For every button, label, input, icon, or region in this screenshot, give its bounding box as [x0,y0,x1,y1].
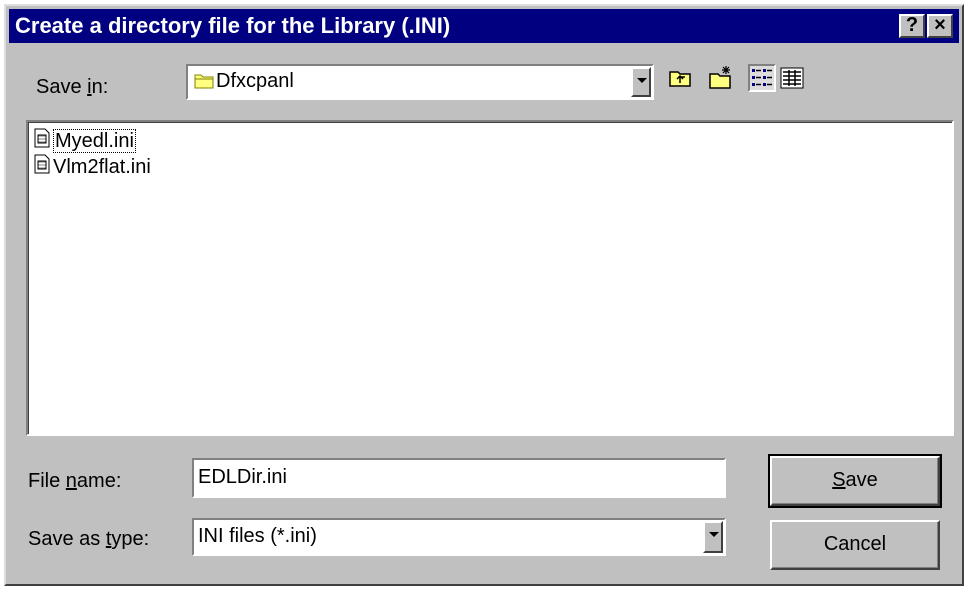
list-item[interactable]: Vlm2flat.ini [34,154,151,180]
file-name-input[interactable]: EDLDir.ini [192,458,726,498]
save-button[interactable]: Save [768,454,942,508]
up-folder-icon [669,71,691,87]
save-in-label: Save in: [36,76,109,98]
file-list[interactable]: Myedl.ini Vlm2flat.ini [26,120,954,436]
help-button[interactable]: ? [899,14,925,38]
file-name: Myedl.ini [53,129,136,153]
details-view-button[interactable] [778,64,806,92]
cancel-button[interactable]: Cancel [770,520,940,570]
save-as-type-value: INI files (*.ini) [198,525,317,547]
file-name-label: File name: [28,470,122,492]
list-view-button[interactable] [748,64,776,92]
details-view-icon [780,67,804,89]
up-one-level-button[interactable] [666,64,694,92]
save-in-value: Dfxcpanl [216,70,294,92]
save-in-dropdown-button[interactable] [631,67,651,97]
create-new-folder-button[interactable] [706,64,734,92]
file-name: Vlm2flat.ini [53,156,151,178]
list-view-icon [752,69,772,86]
new-folder-icon [709,66,731,89]
save-as-type-dropdown-button[interactable] [703,521,723,553]
folder-icon [194,71,214,95]
ini-file-icon [34,128,50,155]
save-dialog: Create a directory file for the Library … [4,4,964,586]
save-as-type-select[interactable]: INI files (*.ini) [192,518,726,556]
save-in-combobox[interactable]: Dfxcpanl [186,64,654,100]
ini-file-icon [34,154,50,181]
dialog-title: Create a directory file for the Library … [15,13,451,38]
title-bar[interactable]: Create a directory file for the Library … [9,9,959,43]
save-as-type-label: Save as type: [28,528,150,550]
close-button[interactable]: × [927,14,953,38]
close-icon: × [934,14,946,36]
list-item[interactable]: Myedl.ini [34,128,136,154]
